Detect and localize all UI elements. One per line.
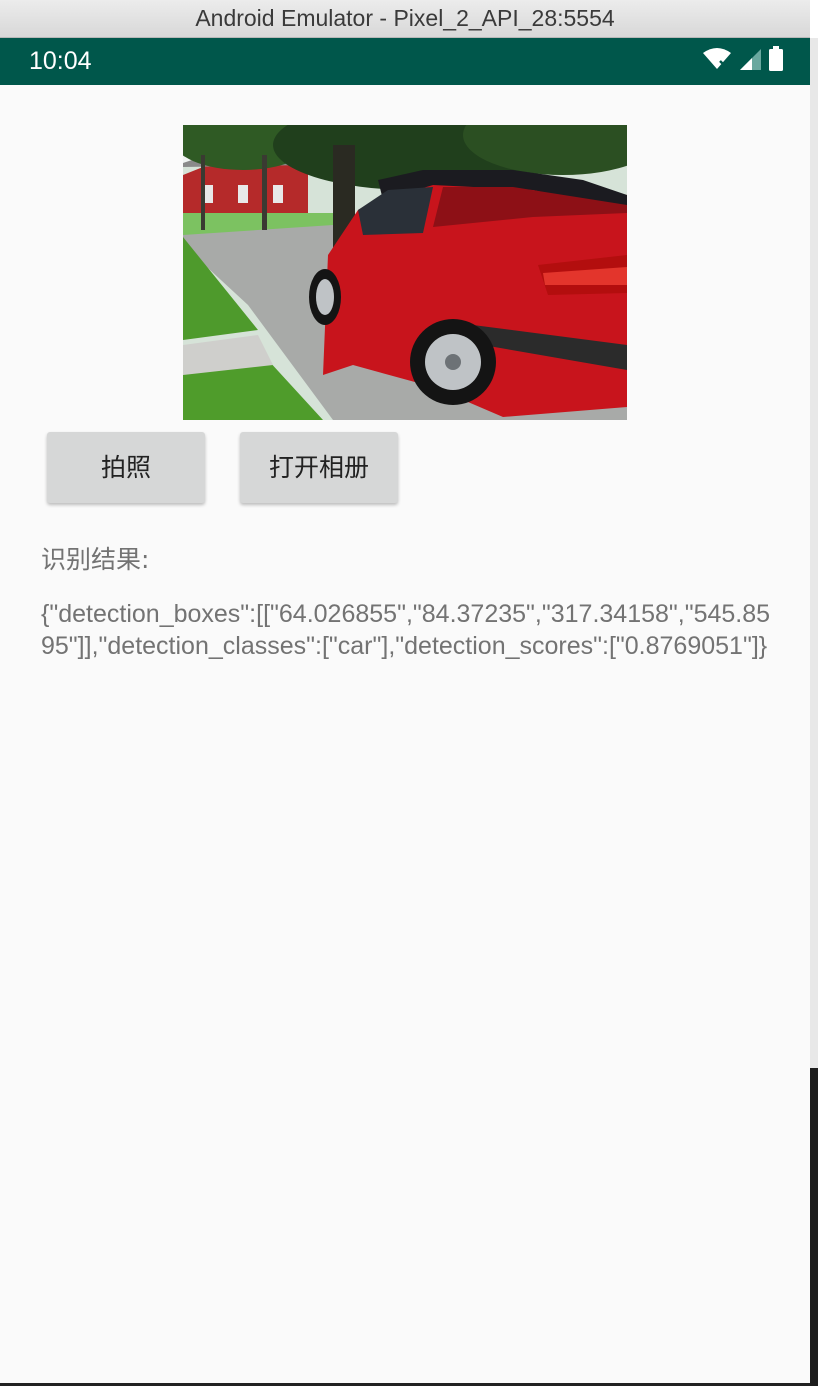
- car-photo: [183, 125, 627, 420]
- battery-icon: [768, 46, 784, 76]
- window-right-edge-dark: [810, 1068, 818, 1386]
- emulator-window: Android Emulator - Pixel_2_API_28:5554 1…: [0, 0, 818, 1386]
- android-status-bar: 10:04: [0, 38, 810, 85]
- cellular-signal-icon: [738, 47, 762, 75]
- take-photo-button[interactable]: 拍照: [47, 432, 205, 503]
- result-label: 识别结果:: [41, 545, 150, 574]
- window-title: Android Emulator - Pixel_2_API_28:5554: [195, 5, 615, 31]
- status-clock: 10:04: [29, 47, 92, 75]
- status-icons: [702, 46, 784, 76]
- wifi-icon: [702, 47, 732, 75]
- app-content: 拍照 打开相册 识别结果: {"detection_boxes":[["64.0…: [0, 85, 810, 1383]
- detection-result-text: {"detection_boxes":[["64.026855","84.372…: [41, 600, 771, 660]
- open-album-button[interactable]: 打开相册: [240, 432, 398, 503]
- window-title-bar: Android Emulator - Pixel_2_API_28:5554: [0, 0, 810, 38]
